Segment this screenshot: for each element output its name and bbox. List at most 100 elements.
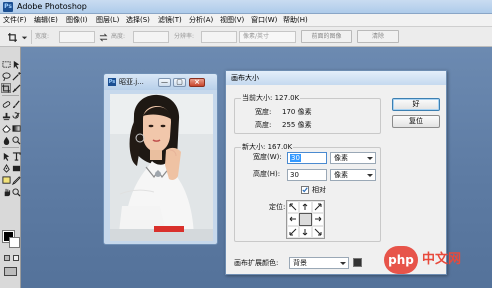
current-height-label: 高度: <box>255 121 272 129</box>
menu-file[interactable]: 文件(F) <box>3 15 27 26</box>
standard-mode-icon[interactable] <box>4 255 10 261</box>
blur-tool-icon[interactable] <box>1 135 11 145</box>
current-width-label: 宽度: <box>255 108 272 116</box>
brush-tool-icon[interactable] <box>11 99 21 109</box>
arrow-down-right-icon <box>314 228 322 236</box>
height-unit-select[interactable]: 像素 <box>330 169 376 181</box>
lasso-tool-icon[interactable] <box>1 71 11 81</box>
anchor-grid <box>286 200 325 239</box>
history-brush-icon[interactable] <box>11 111 21 121</box>
close-button[interactable]: × <box>189 78 205 87</box>
width-unit-select[interactable]: 像素 <box>330 152 376 164</box>
separator <box>2 95 19 96</box>
arrow-up-icon <box>303 203 308 211</box>
php-cn-watermark: php 中文网 <box>384 246 488 274</box>
anchor-bottom-right[interactable] <box>311 225 324 238</box>
hand-tool-icon[interactable] <box>1 187 11 197</box>
menu-window[interactable]: 窗口(W) <box>251 15 277 26</box>
anchor-bottom[interactable] <box>299 225 312 238</box>
reset-button[interactable]: 复位 <box>392 115 440 128</box>
menu-help[interactable]: 帮助(H) <box>283 15 308 26</box>
notes-tool-icon[interactable] <box>1 175 11 185</box>
resolution-label: 分辨率: <box>174 33 195 40</box>
arrow-left-icon <box>289 217 297 222</box>
relative-checkbox[interactable] <box>301 186 309 194</box>
ok-button[interactable]: 好 <box>392 98 440 111</box>
dialog-titlebar[interactable]: 画布大小 <box>226 71 446 85</box>
magic-wand-tool-icon[interactable] <box>11 71 21 81</box>
canvas-extension-color-select[interactable]: 背景 <box>289 257 349 269</box>
menu-layer[interactable]: 图层(L) <box>96 15 119 26</box>
screen-mode-icon[interactable] <box>4 267 17 276</box>
menu-bar: 文件(F) 编辑(E) 图像(I) 图层(L) 选择(S) 滤镜(T) 分析(A… <box>0 14 492 27</box>
separator <box>2 147 19 148</box>
minimize-button[interactable]: — <box>158 78 171 87</box>
slice-tool-icon[interactable] <box>11 83 21 93</box>
type-tool-icon[interactable] <box>11 151 21 161</box>
canvas-color-row: 画布扩展颜色: 背景 <box>234 255 381 271</box>
anchor-label: 定位: <box>269 203 286 211</box>
height-label: 高度: <box>111 33 126 40</box>
chevron-down-icon <box>367 157 373 160</box>
menu-filter[interactable]: 滤镜(T) <box>158 15 182 26</box>
menu-view[interactable]: 视图(V) <box>220 15 244 26</box>
menu-analysis[interactable]: 分析(A) <box>189 15 213 26</box>
current-size-title: 当前大小: 127.0K <box>241 94 301 103</box>
width-input[interactable] <box>59 31 95 43</box>
anchor-top[interactable] <box>299 201 312 214</box>
new-height-label: 高度(H): <box>253 170 281 178</box>
shape-tool-icon[interactable] <box>11 163 21 173</box>
chevron-down-icon <box>367 174 373 177</box>
gradient-tool-icon[interactable] <box>11 123 21 133</box>
document-titlebar[interactable]: Ps 昭亚.j... — ▢ × <box>104 74 217 90</box>
front-image-button[interactable]: 前面的图像 <box>301 30 352 43</box>
dialog-title: 画布大小 <box>231 74 259 82</box>
healing-brush-icon[interactable] <box>1 99 11 109</box>
width-label: 宽度: <box>35 33 50 40</box>
anchor-top-left[interactable] <box>287 201 300 214</box>
anchor-left[interactable] <box>287 213 300 226</box>
restore-button[interactable]: ▢ <box>173 78 186 87</box>
anchor-center[interactable] <box>299 213 312 226</box>
document-window[interactable]: Ps 昭亚.j... — ▢ × <box>103 73 218 245</box>
anchor-right[interactable] <box>311 213 324 226</box>
new-size-title: 新大小: 167.0K <box>241 143 294 152</box>
new-height-input[interactable]: 30 <box>287 169 327 181</box>
path-selection-icon[interactable] <box>1 151 11 161</box>
swap-arrows-icon[interactable] <box>98 32 108 42</box>
crop-tool-icon[interactable] <box>1 83 11 93</box>
eraser-tool-icon[interactable] <box>1 123 11 133</box>
resolution-unit-select[interactable]: 像素/英寸 <box>239 31 296 43</box>
clone-stamp-icon[interactable] <box>1 111 11 121</box>
menu-select[interactable]: 选择(S) <box>126 15 150 26</box>
chevron-down-icon[interactable] <box>19 32 29 42</box>
menu-edit[interactable]: 编辑(E) <box>34 15 58 26</box>
minimize-icon: — <box>161 78 168 86</box>
photoshop-document-icon: Ps <box>108 78 116 86</box>
eyedropper-tool-icon[interactable] <box>11 175 21 185</box>
new-width-input[interactable]: 30 <box>287 152 327 164</box>
background-color-swatch[interactable] <box>9 237 20 248</box>
pen-tool-icon[interactable] <box>1 163 11 173</box>
canvas-color-swatch[interactable] <box>353 258 362 267</box>
app-title: Adobe Photoshop <box>17 2 87 11</box>
dodge-tool-icon[interactable] <box>11 135 21 145</box>
new-width-label: 宽度(W): <box>253 153 282 161</box>
document-canvas[interactable] <box>110 94 213 241</box>
restore-icon: ▢ <box>176 78 183 86</box>
marquee-tool-icon[interactable] <box>1 59 11 69</box>
move-tool-icon[interactable] <box>11 59 21 69</box>
anchor-bottom-left[interactable] <box>287 225 300 238</box>
resolution-input[interactable] <box>201 31 237 43</box>
photoshop-app-icon: Ps <box>3 2 13 12</box>
clear-button[interactable]: 清除 <box>357 30 399 43</box>
anchor-top-right[interactable] <box>311 201 324 214</box>
arrow-down-left-icon <box>289 228 297 236</box>
current-size-group: 当前大小: 127.0K 宽度: 170 像素 高度: 255 像素 <box>234 94 381 134</box>
height-input[interactable] <box>133 31 169 43</box>
zoom-tool-icon[interactable] <box>11 187 21 197</box>
crop-tool-preset-icon[interactable] <box>7 32 17 42</box>
menu-image[interactable]: 图像(I) <box>66 15 88 26</box>
canvas-extension-color-label: 画布扩展颜色: <box>234 259 279 267</box>
quick-mask-mode-icon[interactable] <box>13 255 19 261</box>
